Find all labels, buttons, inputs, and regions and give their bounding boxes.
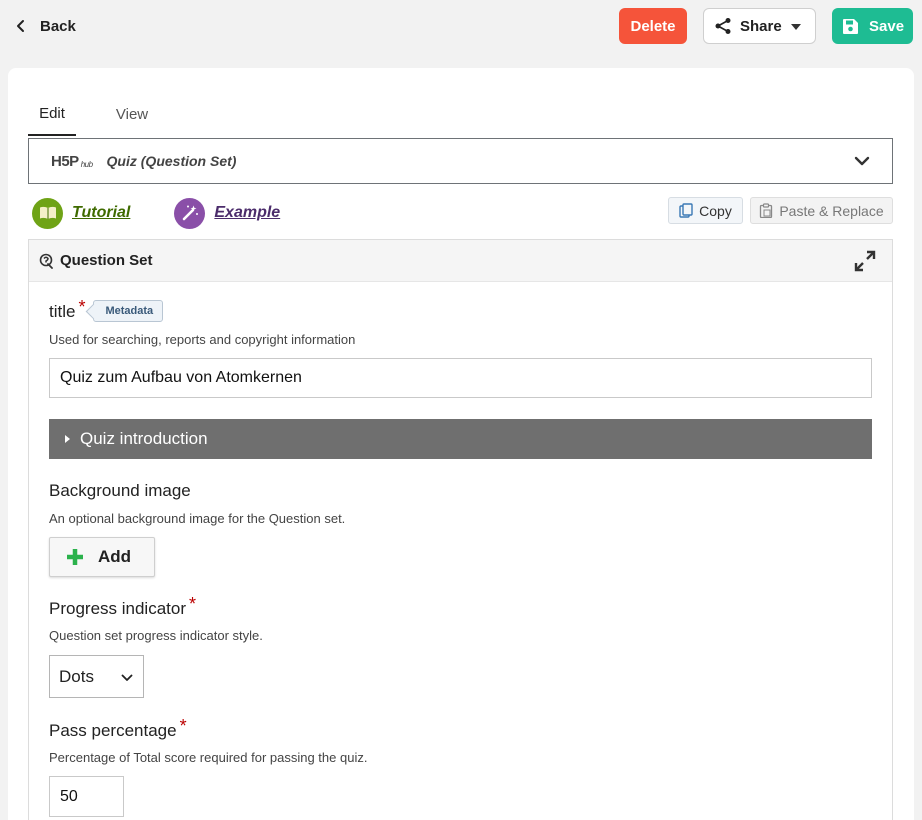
title-input[interactable] xyxy=(49,358,872,398)
pass-percentage-label: Pass percentage * xyxy=(49,716,187,741)
tab-view[interactable]: View xyxy=(96,92,168,136)
copy-icon xyxy=(679,203,693,218)
title-description: Used for searching, reports and copyrigh… xyxy=(49,332,356,347)
chevron-left-icon xyxy=(17,20,24,32)
delete-button[interactable]: Delete xyxy=(619,8,687,44)
caret-right-icon xyxy=(65,435,70,443)
content-type-selector[interactable]: H5P hub Quiz (Question Set) xyxy=(28,138,893,184)
title-field-label: title * Metadata xyxy=(49,297,164,322)
copy-label: Copy xyxy=(699,202,732,219)
save-label: Save xyxy=(869,17,905,35)
quiz-introduction-label: Quiz introduction xyxy=(80,429,208,448)
pass-description: Percentage of Total score required for p… xyxy=(49,750,368,765)
quiz-introduction-toggle[interactable]: Quiz introduction xyxy=(49,419,872,459)
background-description: An optional background image for the Que… xyxy=(49,511,346,526)
example-label: Example xyxy=(214,204,281,221)
tutorial-link[interactable]: Tutorial xyxy=(32,197,131,229)
required-marker: * xyxy=(179,716,187,736)
magic-wand-icon xyxy=(174,197,206,229)
add-label: Add xyxy=(98,547,132,566)
question-set-header: Question Set xyxy=(29,240,892,282)
logo-sub: hub xyxy=(80,159,93,169)
required-marker: * xyxy=(189,594,197,614)
back-button[interactable]: Back xyxy=(14,12,76,40)
add-background-button[interactable]: Add xyxy=(49,537,155,577)
save-button[interactable]: Save xyxy=(832,8,913,44)
top-bar: Back Delete Share Save xyxy=(0,0,922,52)
book-icon xyxy=(32,197,63,229)
content-type-title: Quiz (Question Set) xyxy=(106,153,237,169)
share-button[interactable]: Share xyxy=(703,8,816,44)
title-label: title xyxy=(49,302,76,321)
progress-indicator-label: Progress indicator * xyxy=(49,594,197,619)
chevron-down-icon xyxy=(121,674,133,681)
plus-icon xyxy=(67,549,83,565)
back-label: Back xyxy=(40,17,76,35)
progress-selected-value: Dots xyxy=(59,666,94,686)
tab-edit[interactable]: Edit xyxy=(28,92,76,136)
question-set-icon xyxy=(39,253,53,269)
example-link[interactable]: Example xyxy=(174,197,281,229)
share-icon xyxy=(715,18,731,34)
question-set-title: Question Set xyxy=(60,252,153,269)
logo-text: H5P xyxy=(51,152,79,170)
clipboard-icon xyxy=(760,203,773,218)
metadata-button[interactable]: Metadata xyxy=(93,300,164,322)
expand-icon[interactable] xyxy=(854,250,876,272)
pass-label: Pass percentage xyxy=(49,721,177,740)
background-label: Background image xyxy=(49,481,191,500)
required-marker: * xyxy=(78,297,86,317)
background-image-label: Background image xyxy=(49,481,191,501)
share-label: Share xyxy=(740,17,782,35)
copy-button[interactable]: Copy xyxy=(668,197,743,224)
paste-label: Paste & Replace xyxy=(779,202,884,219)
chevron-down-icon xyxy=(854,156,870,166)
paste-replace-button[interactable]: Paste & Replace xyxy=(750,197,893,224)
helper-links: Tutorial Example xyxy=(32,196,324,230)
progress-label: Progress indicator xyxy=(49,599,187,618)
floppy-disk-icon xyxy=(843,18,858,34)
pass-percentage-input[interactable] xyxy=(49,776,124,817)
progress-indicator-select[interactable]: Dots xyxy=(49,655,144,698)
tutorial-label: Tutorial xyxy=(72,204,131,221)
caret-down-icon xyxy=(791,24,801,30)
h5p-hub-logo: H5P hub xyxy=(51,153,93,170)
mode-tabs: Edit View xyxy=(28,92,168,136)
progress-description: Question set progress indicator style. xyxy=(49,628,263,643)
